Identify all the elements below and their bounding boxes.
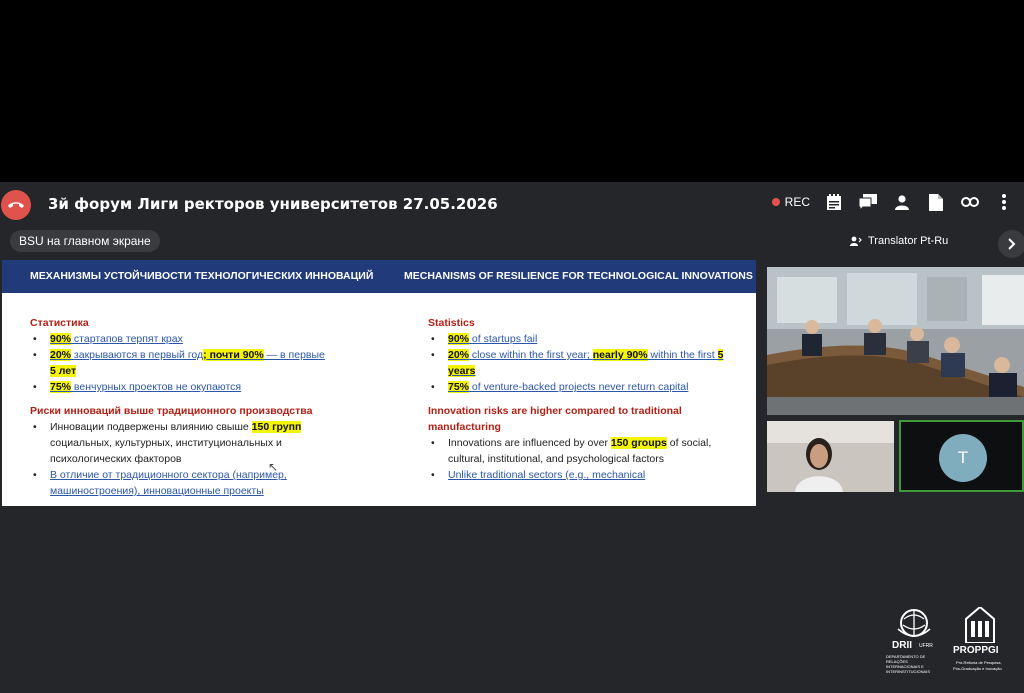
shared-slide: МЕХАНИЗМЫ УСТОЙЧИВОСТИ ТЕХНОЛОГИЧЕСКИХ И…: [2, 260, 756, 506]
video-tile-participant[interactable]: [767, 421, 894, 492]
avatar: T: [939, 434, 987, 482]
list-item: 20% закрываются в первый год; почти 90% …: [30, 347, 360, 379]
drii-logo-icon: [897, 609, 931, 637]
record-icon: [771, 198, 780, 206]
chevron-right-icon: [1008, 238, 1016, 250]
more-icon: [1002, 194, 1006, 210]
slide-column-ru: Статистика 90% стартапов терпят крах 20%…: [30, 315, 360, 499]
section-heading: Статистика: [30, 317, 89, 329]
slide-header-ru: МЕХАНИЗМЫ УСТОЙЧИВОСТИ ТЕХНОЛОГИЧЕСКИХ И…: [30, 270, 374, 282]
list-item: Innovations are influenced by over 150 g…: [428, 435, 728, 467]
record-indicator[interactable]: REC: [771, 195, 810, 209]
section-heading: Statistics: [428, 317, 475, 329]
participants-button[interactable]: [892, 192, 912, 212]
list-item: 75% венчурных проектов не окупаются: [30, 379, 360, 395]
list-item: Unlike traditional sectors (e.g., mechan…: [428, 467, 728, 483]
conference-room-video: [767, 267, 1024, 415]
screen-share-label: BSU на главном экране: [10, 230, 160, 252]
meeting-title: 3й форум Лиги ректоров университетов 27.…: [48, 195, 498, 213]
menu-button[interactable]: [994, 192, 1014, 212]
mouse-cursor-icon: ↖: [268, 460, 279, 474]
video-tile-active-speaker[interactable]: T: [899, 420, 1024, 492]
drii-logo-text: DRII: [892, 640, 912, 651]
document-icon: [929, 193, 943, 211]
slide-header: МЕХАНИЗМЫ УСТОЙЧИВОСТИ ТЕХНОЛОГИЧЕСКИХ И…: [2, 260, 756, 293]
headset-icon: [850, 236, 862, 246]
link-icon: [961, 197, 979, 207]
video-tile-conference-room[interactable]: [767, 267, 1024, 415]
notes-icon: [827, 193, 841, 210]
participants-icon: [895, 194, 909, 210]
proppgi-caption-line1: Pró-Reitoria de Pesquisa,: [956, 660, 1002, 665]
drii-logo-caption: DEPARTAMENTO DE RELAÇÕES INTERNACIONAIS …: [886, 654, 931, 674]
section-heading: Innovation risks are higher compared to …: [428, 405, 682, 433]
drii-logo-subtext: UFRR: [919, 643, 933, 649]
proppgi-logo-icon: [965, 607, 995, 643]
meeting-stage: 3й форум Лиги ректоров университетов 27.…: [0, 182, 1024, 693]
list-item: В отличие от традиционного сектора (напр…: [30, 467, 360, 499]
list-item: 90% стартапов терпят крах: [30, 331, 360, 347]
copy-link-button[interactable]: [960, 192, 980, 212]
translator-indicator[interactable]: Translator Pt-Ru: [850, 235, 948, 247]
slide-column-en: Statistics 90% of startups fail 20% clos…: [428, 315, 728, 483]
section-heading: Риски инноваций выше традиционного произ…: [30, 405, 313, 417]
hangup-button[interactable]: [1, 190, 31, 220]
list-item: 90% of startups fail: [428, 331, 728, 347]
list-item: Инновации подвержены влиянию свыше 150 г…: [30, 419, 360, 467]
notes-button[interactable]: [824, 192, 844, 212]
chat-icon: [859, 194, 877, 210]
phone-hangup-icon: [8, 202, 24, 208]
slide-header-en: MECHANISMS OF RESILIENCE FOR TECHNOLOGIC…: [404, 270, 753, 282]
proppgi-logo-text: PROPPGI: [953, 645, 999, 656]
participant-video: [767, 421, 894, 492]
document-button[interactable]: [926, 192, 946, 212]
next-page-button[interactable]: [998, 230, 1024, 258]
record-label: REC: [784, 195, 810, 209]
chat-button[interactable]: [858, 192, 878, 212]
list-item: 20% close within the first year; nearly …: [428, 347, 728, 379]
meeting-toolbar: REC: [771, 192, 1014, 212]
logo-area: DRII UFRR DEPARTAMENTO DE RELAÇÕES INTER…: [880, 607, 1020, 693]
list-item: 75% of venture-backed projects never ret…: [428, 379, 728, 395]
translator-label: Translator Pt-Ru: [868, 235, 949, 247]
proppgi-caption-line2: Pós-Graduação e Inovação: [953, 666, 1002, 671]
